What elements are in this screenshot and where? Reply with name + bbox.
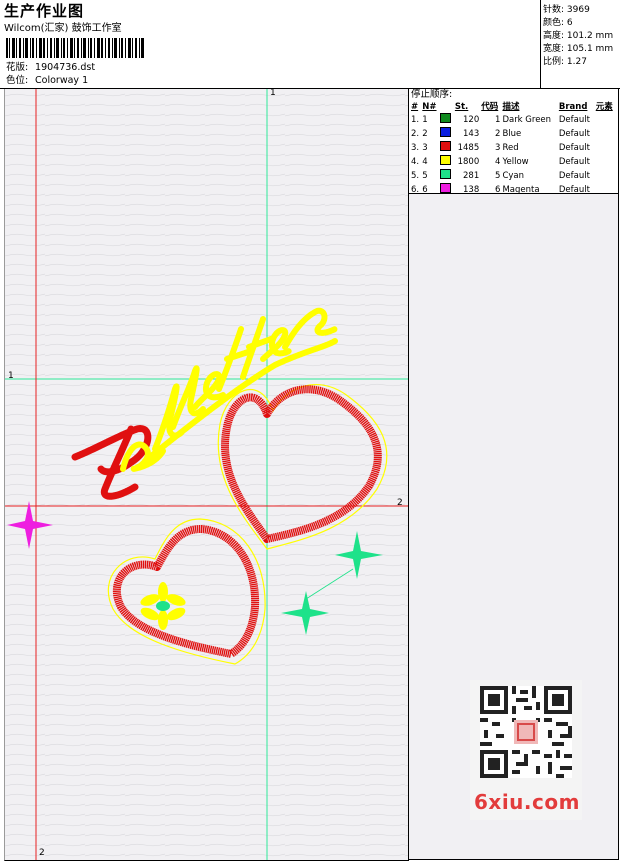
- stop-sequence-heading: 停止顺序:: [411, 89, 453, 100]
- page-title: 生产作业图: [4, 2, 85, 20]
- col-code: 代码: [481, 102, 499, 112]
- colorway-value: Colorway 1: [35, 75, 89, 86]
- qr-code: [480, 686, 572, 778]
- table-row: 6. 6 138 6 Magenta Default: [411, 183, 590, 195]
- production-worksheet: 生产作业图 Wilcom(汇家) 鼓饰工作室 花版: 1904736.dst 色…: [0, 0, 620, 861]
- color-swatch: [440, 141, 452, 151]
- design-file: 花版: 1904736.dst: [6, 62, 95, 74]
- design-canvas[interactable]: 1 1 2 2: [4, 89, 409, 861]
- watermark-qr: 6xiu.com: [470, 680, 582, 820]
- col-brand: Brand: [558, 102, 588, 112]
- colorway: 色位: Colorway 1: [6, 75, 88, 87]
- barcode: [6, 38, 144, 58]
- stop-sequence-table: # N# St. 代码 描述 Brand 元素 1. 1 120 1 Dark …: [411, 101, 617, 197]
- color-swatch: [440, 155, 452, 165]
- stop-sequence-table-area: 停止顺序: # N# St. 代码 描述 Brand 元素 1. 1 120 1…: [409, 89, 618, 197]
- table-row: 1. 1 120 1 Dark Green Default: [411, 113, 590, 125]
- stat-height: 高度: 101.2 mm: [543, 31, 614, 41]
- stat-width: 宽度: 105.1 mm: [543, 44, 614, 54]
- guide-label-bottom: 2: [39, 848, 45, 858]
- table-row: 3. 3 1485 3 Red Default: [411, 141, 590, 153]
- col-stitches: St.: [454, 102, 469, 112]
- col-needle: N#: [422, 102, 437, 112]
- watermark-site: 6xiu.com: [474, 790, 580, 814]
- design-value: 1904736.dst: [35, 62, 96, 73]
- design-stats: 针数: 3969 颜色: 6 高度: 101.2 mm 宽度: 105.1 mm…: [540, 0, 619, 88]
- guide-label-top: 1: [270, 89, 276, 98]
- col-element: 元素: [595, 102, 613, 112]
- fabric-texture: [5, 89, 409, 860]
- colorway-label: 色位:: [6, 75, 29, 86]
- stat-colors: 颜色: 6: [543, 18, 573, 28]
- stat-stitches: 针数: 3969: [543, 5, 590, 15]
- table-row: 4. 4 1800 4 Yellow Default: [411, 155, 590, 167]
- stat-scale: 比例: 1.27: [543, 57, 587, 67]
- guide-label-left: 1: [8, 371, 14, 381]
- table-row: 2. 2 143 2 Blue Default: [411, 127, 590, 139]
- design-preview: [5, 89, 409, 860]
- design-label: 花版:: [6, 62, 29, 73]
- color-swatch: [440, 183, 452, 193]
- header: 生产作业图 Wilcom(汇家) 鼓饰工作室 花版: 1904736.dst 色…: [4, 2, 540, 88]
- col-color: [440, 101, 454, 113]
- table-row: 5. 5 281 5 Cyan Default: [411, 169, 590, 181]
- flower-center: [156, 601, 170, 611]
- company-name: Wilcom(汇家) 鼓饰工作室: [4, 23, 122, 34]
- col-description: 描述: [502, 102, 520, 112]
- color-swatch: [440, 127, 452, 137]
- col-index: #: [411, 102, 419, 112]
- table-header-row: # N# St. 代码 描述 Brand 元素: [411, 101, 617, 113]
- color-swatch: [440, 113, 452, 123]
- guide-label-right: 2: [397, 498, 403, 508]
- color-swatch: [440, 169, 452, 179]
